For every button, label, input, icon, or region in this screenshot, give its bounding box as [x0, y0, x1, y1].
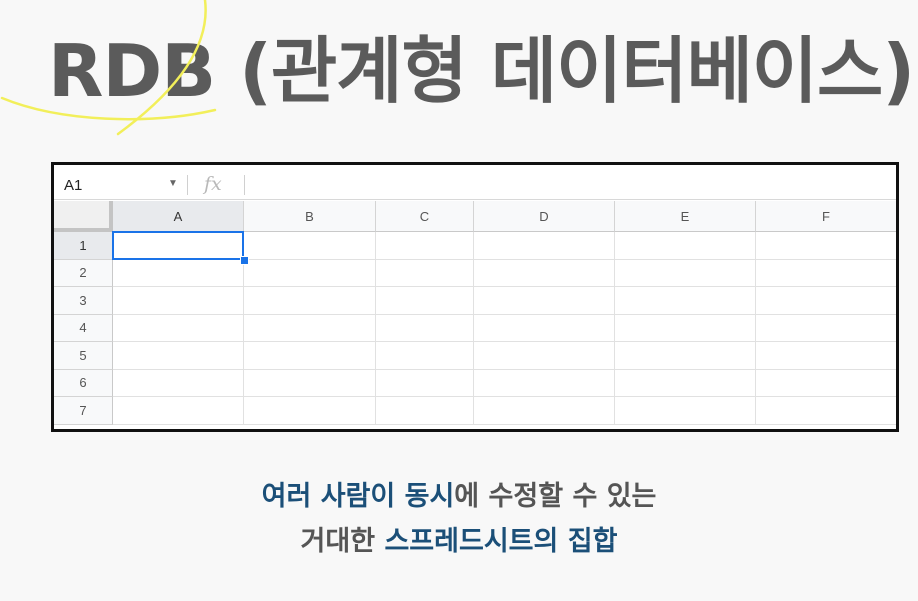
- cell-b2[interactable]: [244, 259, 376, 287]
- row-header-6[interactable]: 6: [54, 369, 113, 397]
- cell-f3[interactable]: [756, 287, 896, 315]
- cell-a7[interactable]: [113, 397, 244, 425]
- cell-e5[interactable]: [615, 342, 756, 370]
- cell-a2[interactable]: [113, 259, 244, 287]
- cell-e7[interactable]: [615, 397, 756, 425]
- caption-emphasis: 스프레드시트의 집합: [384, 526, 618, 557]
- formula-bar-divider: [244, 175, 245, 195]
- formula-bar: A1 ▼ fx: [54, 171, 896, 200]
- row-header-7[interactable]: 7: [54, 397, 113, 425]
- cell-d2[interactable]: [474, 259, 615, 287]
- cell-f1[interactable]: [756, 232, 896, 260]
- fill-handle[interactable]: [240, 255, 249, 265]
- cell-e3[interactable]: [615, 287, 756, 315]
- cell-c5[interactable]: [376, 342, 474, 370]
- cell-e4[interactable]: [615, 314, 756, 342]
- cell-f4[interactable]: [756, 314, 896, 342]
- cell-e2[interactable]: [615, 259, 756, 287]
- caption-text: 에 수정할 수 있는: [454, 481, 657, 512]
- spreadsheet-frame: A1 ▼ fx ABCDEF 1234567: [51, 162, 899, 432]
- cell-d4[interactable]: [474, 314, 615, 342]
- cell-f2[interactable]: [756, 259, 896, 287]
- cell-a4[interactable]: [113, 314, 244, 342]
- column-header-a[interactable]: A: [113, 201, 244, 232]
- dropdown-arrow-icon[interactable]: ▼: [168, 178, 178, 189]
- cell-a3[interactable]: [113, 287, 244, 315]
- name-box-value: A1: [64, 177, 83, 194]
- column-header-c[interactable]: C: [376, 201, 474, 232]
- cell-a1[interactable]: [113, 232, 244, 260]
- cell-b1[interactable]: [244, 232, 376, 260]
- cell-c2[interactable]: [376, 259, 474, 287]
- column-header-d[interactable]: D: [474, 201, 615, 232]
- cell-a5[interactable]: [113, 342, 244, 370]
- cell-c4[interactable]: [376, 314, 474, 342]
- row-header-2[interactable]: 2: [54, 259, 113, 287]
- column-header-e[interactable]: E: [615, 201, 756, 232]
- column-header-b[interactable]: B: [244, 201, 376, 232]
- formula-input[interactable]: [249, 171, 896, 199]
- row-header-5[interactable]: 5: [54, 342, 113, 370]
- caption-line-2: 거대한 스프레드시트의 집합: [0, 519, 918, 558]
- cell-f5[interactable]: [756, 342, 896, 370]
- column-header-f[interactable]: F: [756, 201, 896, 232]
- caption-emphasis: 여러 사람이 동시: [261, 481, 455, 512]
- select-all-corner[interactable]: [54, 201, 113, 232]
- cell-b5[interactable]: [244, 342, 376, 370]
- cell-a6[interactable]: [113, 369, 244, 397]
- fx-icon: fx: [204, 173, 222, 195]
- name-box[interactable]: A1 ▼: [54, 171, 184, 199]
- cell-c3[interactable]: [376, 287, 474, 315]
- cell-d7[interactable]: [474, 397, 615, 425]
- cell-d1[interactable]: [474, 232, 615, 260]
- cell-c1[interactable]: [376, 232, 474, 260]
- row-header-1[interactable]: 1: [54, 232, 113, 260]
- cell-f6[interactable]: [756, 369, 896, 397]
- cell-b4[interactable]: [244, 314, 376, 342]
- row-header-4[interactable]: 4: [54, 314, 113, 342]
- cell-f7[interactable]: [756, 397, 896, 425]
- cell-c6[interactable]: [376, 369, 474, 397]
- slide-title: RDB (관계형 데이터베이스): [48, 29, 915, 113]
- cell-e6[interactable]: [615, 369, 756, 397]
- cell-b3[interactable]: [244, 287, 376, 315]
- caption-line-1: 여러 사람이 동시에 수정할 수 있는: [0, 474, 918, 513]
- cell-b6[interactable]: [244, 369, 376, 397]
- cell-e1[interactable]: [615, 232, 756, 260]
- formula-bar-divider: [187, 175, 188, 195]
- cell-d6[interactable]: [474, 369, 615, 397]
- caption-text: 거대한: [300, 526, 385, 557]
- cell-d5[interactable]: [474, 342, 615, 370]
- cell-c7[interactable]: [376, 397, 474, 425]
- row-header-3[interactable]: 3: [54, 287, 113, 315]
- cell-b7[interactable]: [244, 397, 376, 425]
- cell-d3[interactable]: [474, 287, 615, 315]
